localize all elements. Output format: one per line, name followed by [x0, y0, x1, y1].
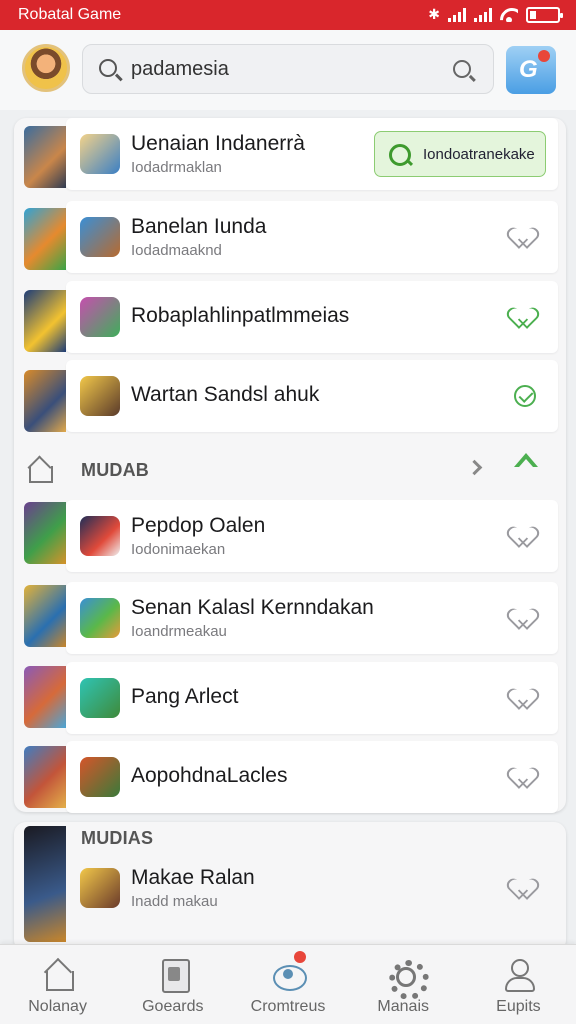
game-title: Pang Arlect [131, 685, 239, 708]
list-item[interactable]: Makae Ralan Inadd makau [66, 852, 558, 924]
game-thumbnail[interactable] [24, 746, 66, 808]
home-icon [26, 456, 53, 483]
chevron-up-icon[interactable] [514, 453, 538, 467]
game-icon [80, 134, 120, 174]
game-thumbnail[interactable] [24, 290, 66, 352]
game-icon [80, 598, 120, 638]
game-title: Pepdop Oalen [131, 514, 266, 537]
game-thumbnail[interactable] [24, 666, 66, 728]
app-name: Robatal Game [18, 6, 122, 23]
game-icon [80, 297, 120, 337]
game-icon [80, 376, 120, 416]
signal-icon [448, 8, 466, 22]
heart-icon[interactable] [514, 609, 536, 629]
game-title: Senan Kalasl Kernndakan [131, 596, 374, 619]
game-icon [80, 678, 120, 718]
user-icon [501, 957, 536, 992]
list-item[interactable]: Banelan Iunda Iodadmaaknd [66, 201, 558, 273]
status-bar: Robatal Game ✱ [0, 0, 576, 30]
nav-label: Eupits [496, 998, 541, 1015]
game-thumbnail[interactable] [24, 585, 66, 647]
game-title: Banelan Iunda [131, 215, 267, 238]
game-title: Robaplahlinpatlmmeias [131, 304, 350, 327]
game-icon [80, 757, 120, 797]
games-button[interactable]: G [506, 46, 556, 94]
list-item[interactable]: Robaplahlinpatlmmeias [66, 281, 558, 353]
nav-label: Manais [377, 998, 429, 1015]
install-button[interactable]: Iondoatranekake [374, 131, 546, 177]
home-icon [41, 957, 75, 991]
nav-label: Goeards [142, 998, 204, 1015]
game-subtitle: Inadd makau [131, 893, 218, 910]
heart-icon[interactable] [514, 527, 536, 547]
bluetooth-icon: ✱ [428, 7, 440, 23]
games-icon: G [519, 56, 538, 83]
notification-badge [538, 50, 550, 62]
game-title: AopohdnaLacles [131, 764, 288, 787]
section-title: MUDAB [81, 460, 149, 480]
status-icons: ✱ [428, 6, 563, 24]
nav-item-home[interactable]: Nolanay [0, 945, 115, 1024]
download-icon [389, 144, 411, 166]
gear-icon [386, 957, 430, 1000]
list-item[interactable]: Uenaian Indanerrà Iodadrmaklan Iondoatra… [66, 118, 558, 190]
game-subtitle: Iodadmaaknd [131, 242, 222, 259]
game-icon [80, 217, 120, 257]
game-icon [80, 868, 120, 908]
list-item[interactable]: AopohdnaLacles [66, 741, 558, 813]
game-subtitle: Iodadrmaklan [131, 159, 222, 176]
notification-badge [294, 951, 306, 963]
signal-icon [474, 8, 492, 22]
game-title: Uenaian Indanerrà [131, 132, 305, 155]
game-thumbnail[interactable] [24, 370, 66, 432]
search-input[interactable]: padamesia [131, 58, 229, 81]
nav-item-settings[interactable]: Manais [346, 945, 461, 1024]
boards-icon [156, 957, 190, 993]
heart-icon[interactable] [514, 879, 536, 899]
section-header: MUDAB [66, 450, 558, 490]
search-icon[interactable] [453, 60, 471, 78]
game-subtitle: Ioandrmeakau [131, 623, 227, 640]
section-title: MUDIAS [81, 828, 154, 848]
game-title: Wartan Sandsl ahuk [131, 383, 320, 406]
list-item[interactable]: Pepdop Oalen Iodonimaekan [66, 500, 558, 572]
battery-icon [526, 7, 563, 23]
heart-icon[interactable] [514, 689, 536, 709]
heart-icon[interactable] [514, 228, 536, 248]
chevron-right-icon[interactable] [466, 459, 483, 476]
heart-icon[interactable] [514, 768, 536, 788]
wifi-icon [500, 8, 518, 22]
list-item[interactable]: Senan Kalasl Kernndakan Ioandrmeakau [66, 582, 558, 654]
nav-item-community[interactable]: Cromtreus [230, 945, 345, 1024]
list-item[interactable]: Wartan Sandsl ahuk [66, 360, 558, 432]
list-item[interactable]: Pang Arlect [66, 662, 558, 734]
search-bar[interactable]: padamesia [82, 44, 494, 94]
game-title: Makae Ralan [131, 866, 255, 889]
game-thumbnail[interactable] [24, 126, 66, 188]
nav-item-profile[interactable]: Eupits [461, 945, 576, 1024]
game-thumbnail[interactable] [24, 826, 66, 942]
heart-icon[interactable] [514, 308, 536, 328]
game-thumbnail[interactable] [24, 502, 66, 564]
game-subtitle: Iodonimaekan [131, 541, 226, 558]
nav-label: Cromtreus [250, 998, 326, 1015]
check-icon[interactable] [514, 385, 536, 407]
nav-label: Nolanay [28, 998, 87, 1015]
avatar[interactable] [22, 44, 70, 92]
bottom-nav: Nolanay Goeards Cromtreus Manais Eupits [0, 944, 576, 1024]
game-thumbnail[interactable] [24, 208, 66, 270]
game-icon [80, 516, 120, 556]
search-icon [99, 59, 117, 77]
app-header: padamesia G [0, 30, 576, 110]
install-button-label: Iondoatranekake [423, 146, 535, 163]
nav-item-boards[interactable]: Goeards [115, 945, 230, 1024]
